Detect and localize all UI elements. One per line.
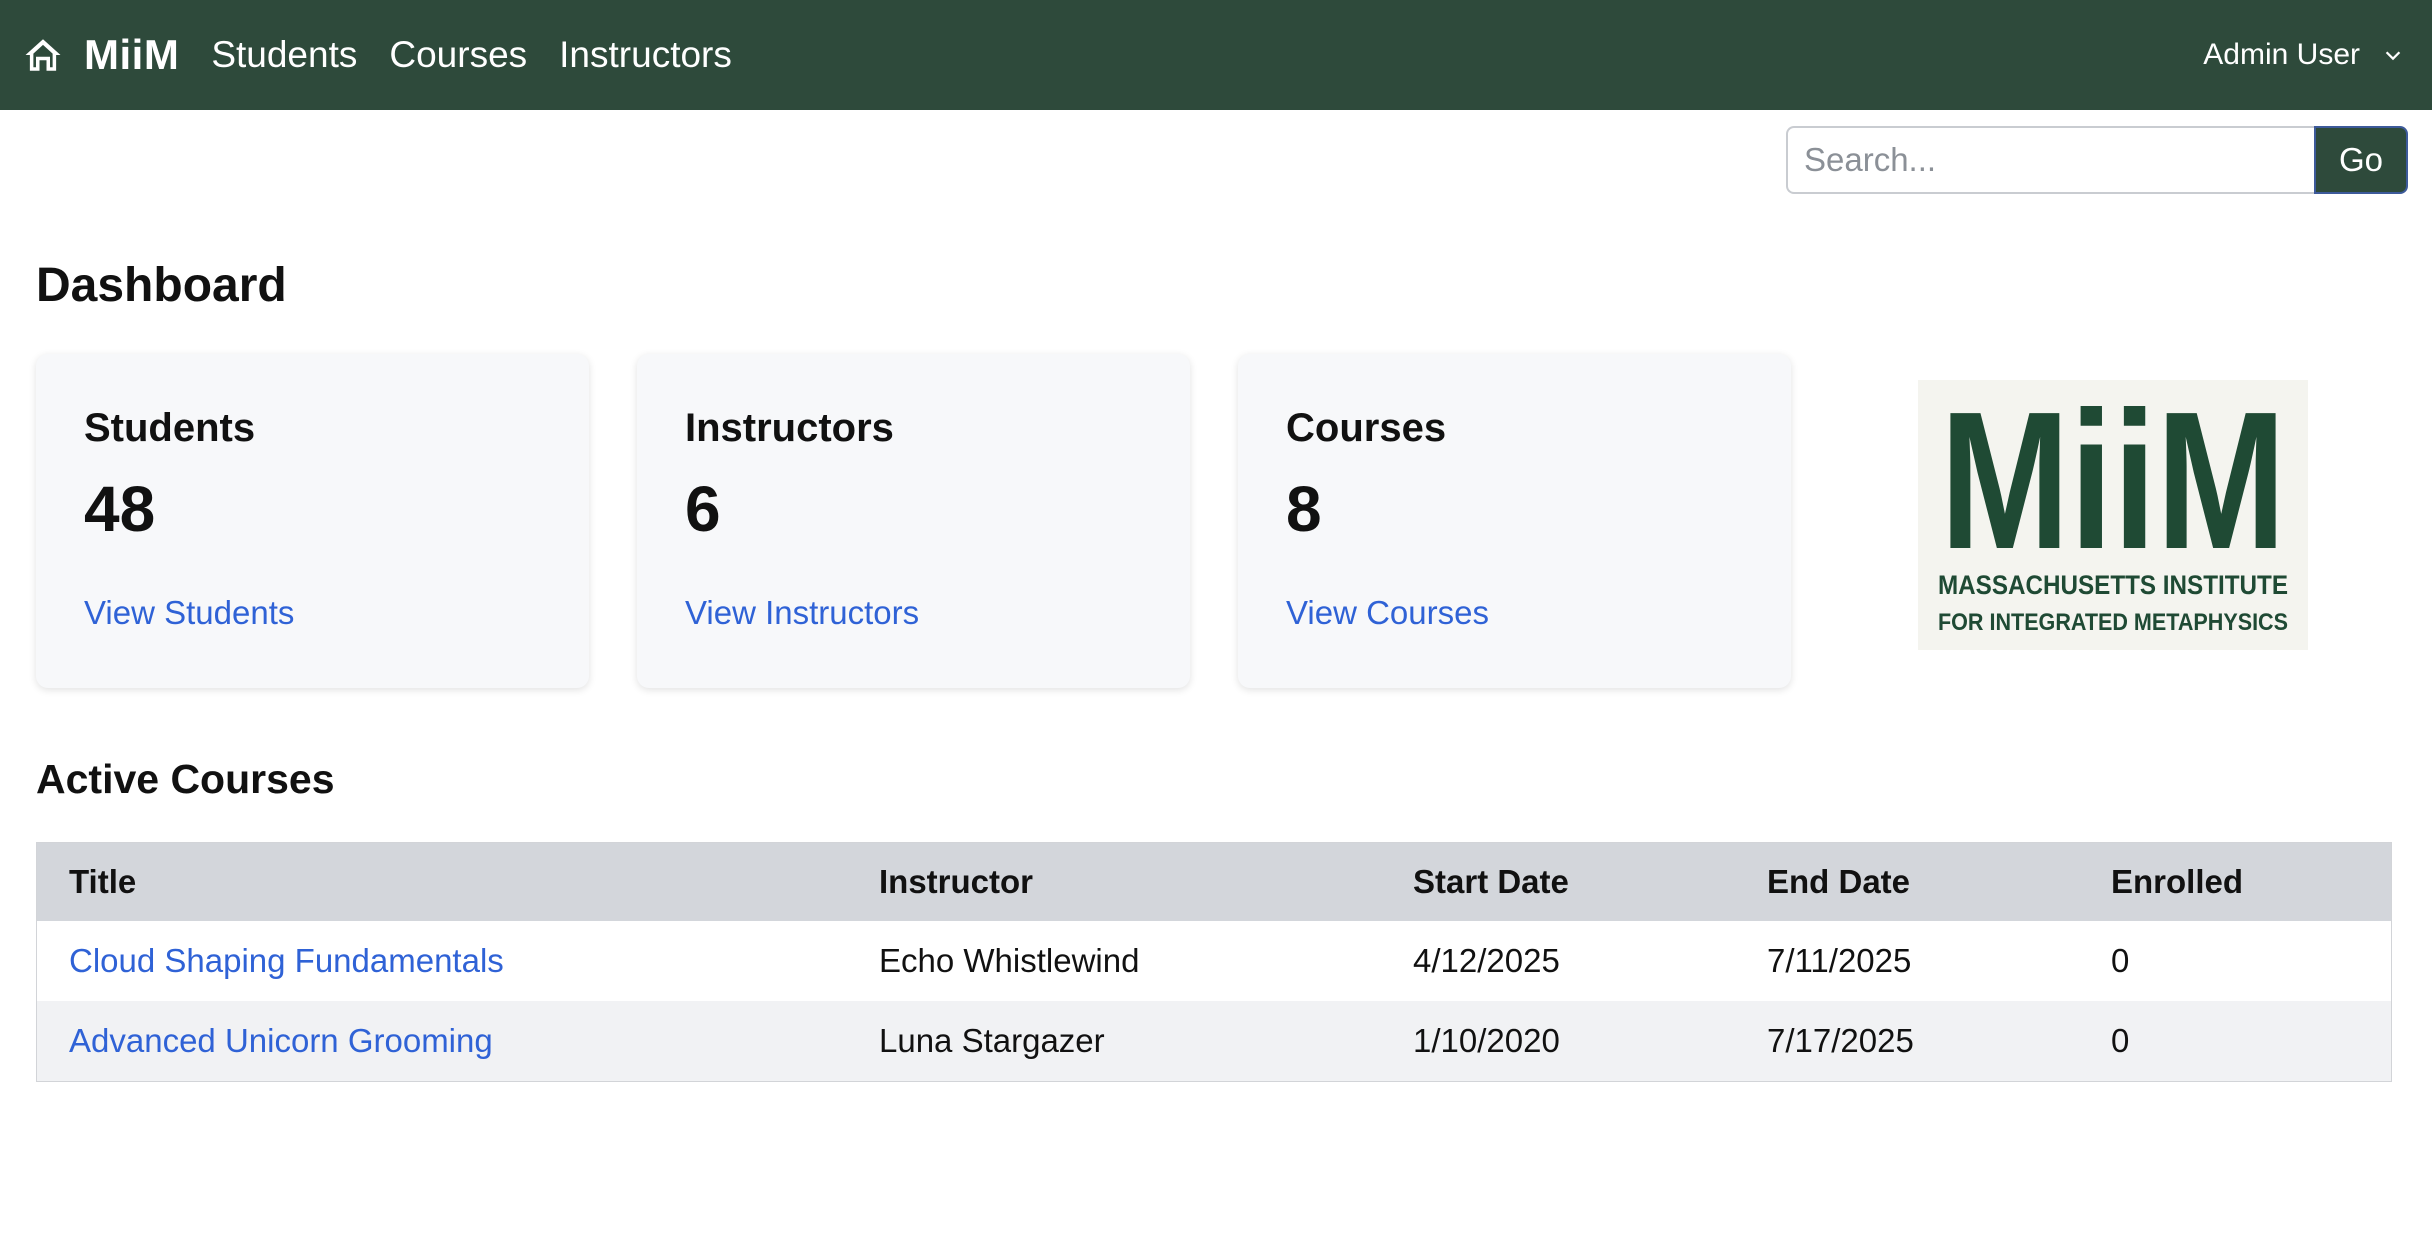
col-start-date: Start Date bbox=[1413, 863, 1569, 900]
instructors-card: Instructors 6 View Instructors bbox=[637, 354, 1190, 688]
courses-card: Courses 8 View Courses bbox=[1238, 354, 1791, 688]
card-count: 6 bbox=[685, 473, 721, 545]
active-courses-table: Title Instructor Start Date End Date Enr… bbox=[36, 842, 2392, 1082]
view-instructors-link[interactable]: View Instructors bbox=[685, 594, 919, 632]
institute-logo: MiiM MASSACHUSETTS INSTITUTE FOR INTEGRA… bbox=[1918, 380, 2308, 650]
course-link[interactable]: Cloud Shaping Fundamentals bbox=[69, 942, 504, 979]
card-title: Students bbox=[84, 406, 256, 450]
card-title: Instructors bbox=[685, 406, 894, 450]
enrolled-cell: 0 bbox=[2111, 942, 2130, 979]
top-navbar: MiiM Students Courses Instructors Admin … bbox=[0, 0, 2432, 110]
table-row: Advanced Unicorn Grooming Luna Stargazer… bbox=[37, 1001, 2391, 1081]
home-icon bbox=[25, 39, 61, 71]
col-enrolled: Enrolled bbox=[2111, 863, 2244, 900]
instructor-cell: Luna Stargazer bbox=[879, 1022, 1105, 1059]
col-title: Title bbox=[69, 863, 137, 900]
card-count: 8 bbox=[1286, 473, 1322, 545]
enrolled-cell: 0 bbox=[2111, 1022, 2130, 1059]
home-link[interactable]: MiiM bbox=[22, 31, 179, 79]
table-header-row: Title Instructor Start Date End Date Enr… bbox=[37, 843, 2391, 921]
end-date-cell: 7/17/2025 bbox=[1767, 1022, 1914, 1059]
search-form: Go bbox=[1786, 126, 2408, 194]
svg-text:MiiM: MiiM bbox=[1940, 380, 2286, 590]
nav-instructors[interactable]: Instructors bbox=[559, 34, 732, 76]
card-count: 48 bbox=[84, 473, 156, 545]
user-name: Admin User bbox=[2203, 38, 2360, 71]
end-date-cell: 7/11/2025 bbox=[1767, 942, 1912, 979]
start-date-cell: 1/10/2020 bbox=[1413, 1022, 1560, 1059]
view-students-link[interactable]: View Students bbox=[84, 594, 294, 632]
students-card: Students 48 View Students bbox=[36, 354, 589, 688]
svg-text:FOR INTEGRATED METAPHYSICS: FOR INTEGRATED METAPHYSICS bbox=[1938, 609, 2288, 636]
nav-courses[interactable]: Courses bbox=[389, 34, 527, 76]
nav-students[interactable]: Students bbox=[211, 34, 357, 76]
course-link[interactable]: Advanced Unicorn Grooming bbox=[69, 1022, 493, 1059]
nav-links: Students Courses Instructors bbox=[211, 34, 764, 76]
card-title: Courses bbox=[1286, 406, 1447, 450]
go-button[interactable]: Go bbox=[2314, 126, 2408, 194]
chevron-down-icon bbox=[2385, 51, 2401, 61]
table-row: Cloud Shaping Fundamentals Echo Whistlew… bbox=[37, 921, 2391, 1001]
active-courses-title: Active Courses bbox=[36, 756, 335, 802]
col-end-date: End Date bbox=[1767, 863, 1911, 900]
search-input[interactable] bbox=[1786, 126, 2314, 194]
logo-image: MiiM MASSACHUSETTS INSTITUTE FOR INTEGRA… bbox=[1938, 380, 2288, 636]
view-courses-link[interactable]: View Courses bbox=[1286, 594, 1489, 632]
page-title: Dashboard bbox=[36, 259, 287, 312]
user-menu[interactable]: Admin User bbox=[2203, 0, 2404, 110]
brand-name: MiiM bbox=[84, 31, 180, 78]
svg-text:MASSACHUSETTS INSTITUTE: MASSACHUSETTS INSTITUTE bbox=[1938, 570, 2288, 600]
instructor-cell: Echo Whistlewind bbox=[879, 942, 1140, 979]
start-date-cell: 4/12/2025 bbox=[1413, 942, 1560, 979]
col-instructor: Instructor bbox=[879, 863, 1034, 900]
